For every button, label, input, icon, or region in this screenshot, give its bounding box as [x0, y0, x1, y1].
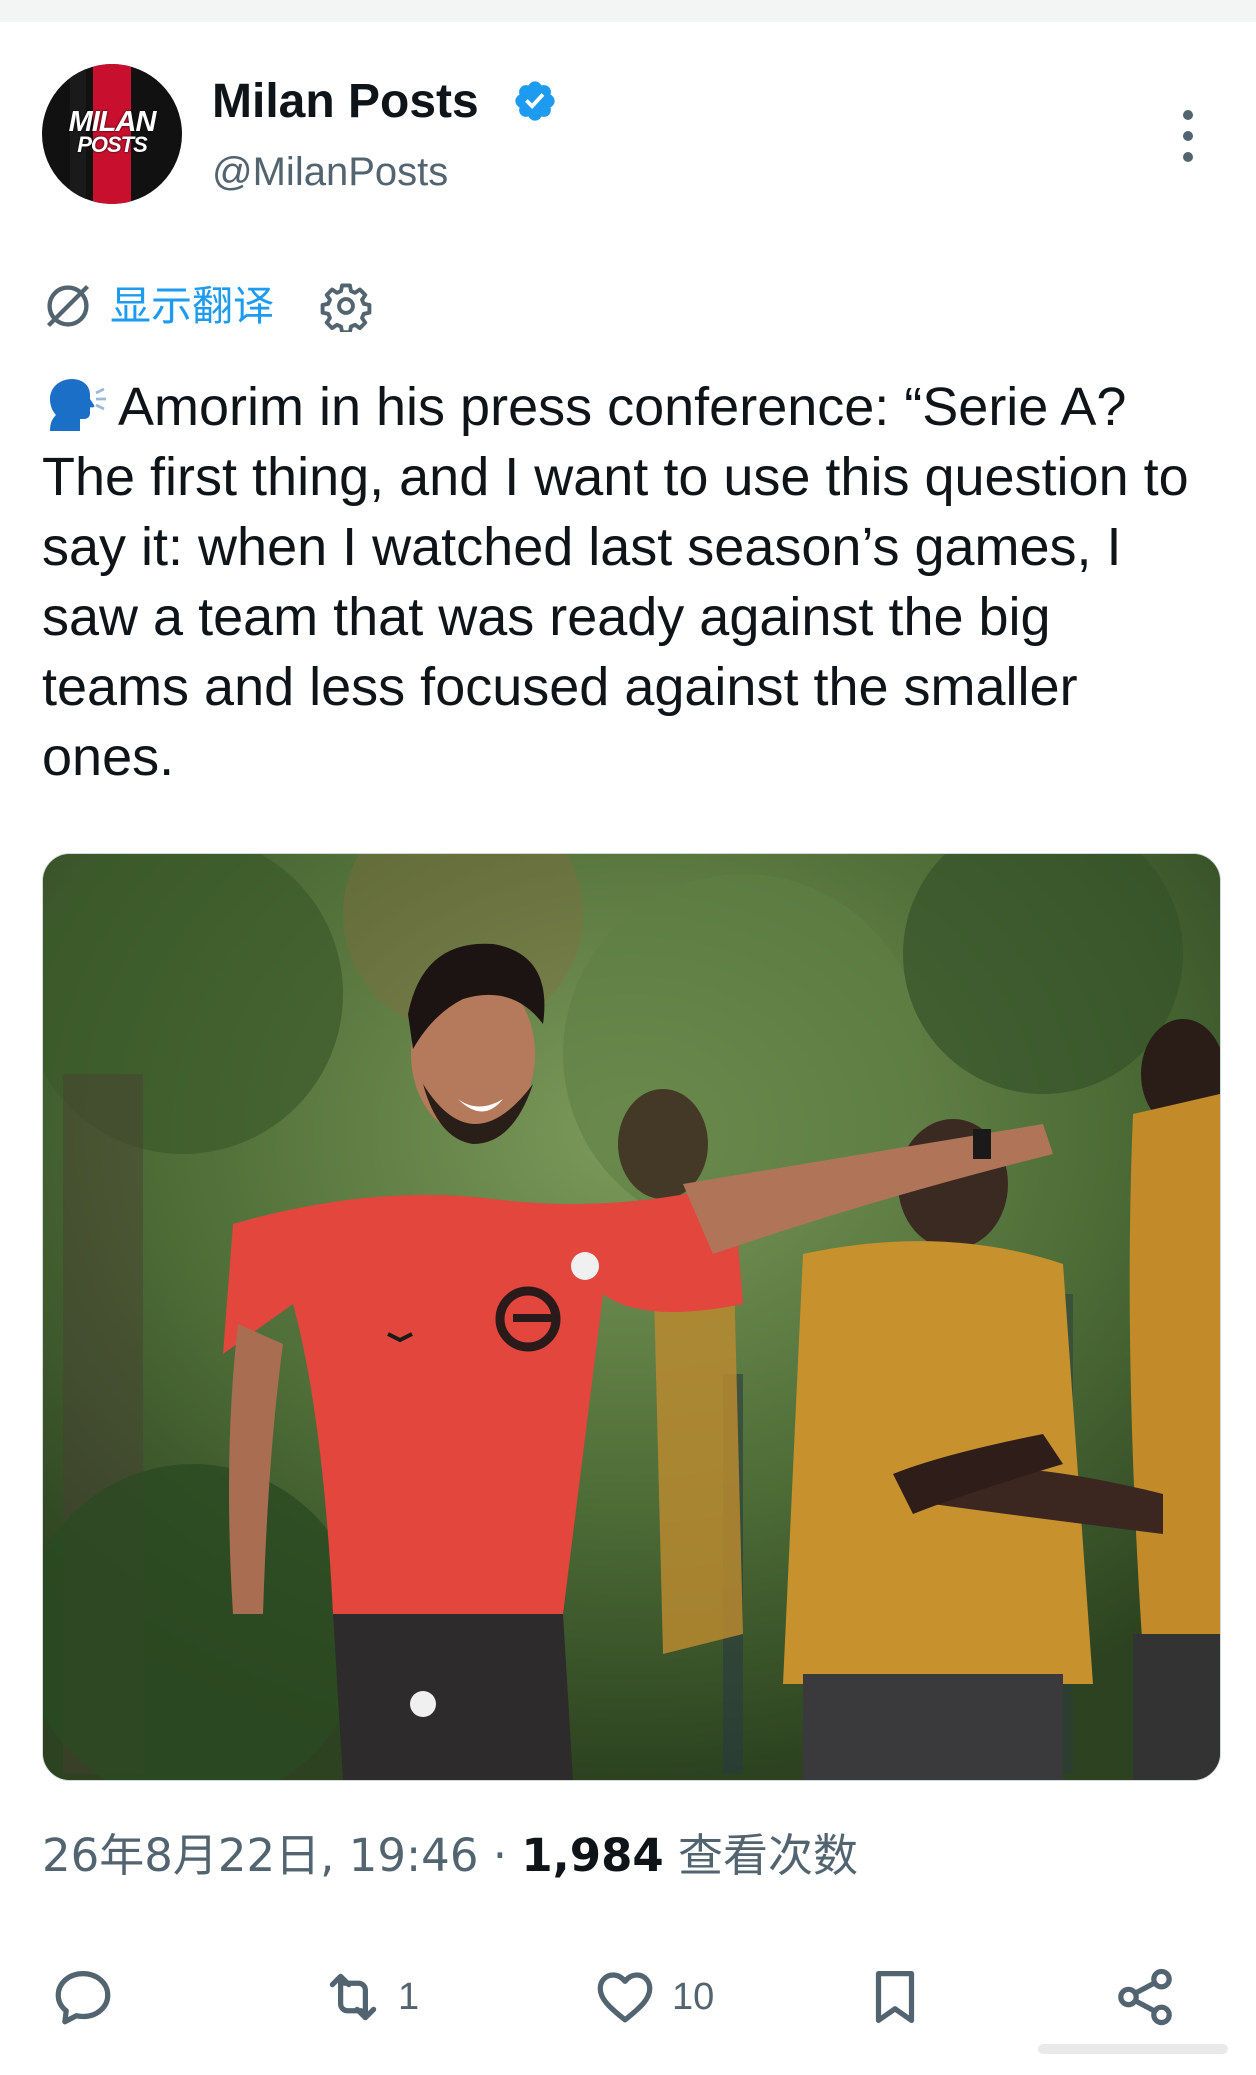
bookmark-icon	[875, 1971, 915, 2023]
bookmark-button[interactable]	[862, 1950, 942, 2040]
like-button[interactable]: 10	[592, 1950, 742, 2040]
action-bar: 1 10	[0, 1950, 1256, 2040]
reply-icon	[55, 1971, 111, 2025]
status-strip	[0, 0, 1256, 22]
tweet-body: Amorim in his press conference: “Serie A…	[42, 377, 1189, 787]
avatar-logo: MILAN POSTS	[42, 108, 182, 157]
tweet-text: Amorim in his press conference: “Serie A…	[42, 372, 1212, 792]
translate-globe-icon	[46, 284, 90, 328]
display-name[interactable]: Milan Posts	[212, 74, 479, 130]
share-icon	[1118, 1968, 1172, 2026]
share-button[interactable]	[1112, 1950, 1192, 2040]
show-translation-link[interactable]: 显示翻译	[110, 278, 274, 334]
like-count: 10	[672, 1976, 715, 2018]
user-handle[interactable]: @MilanPosts	[212, 148, 448, 196]
retweet-count: 1	[398, 1976, 420, 2018]
gear-icon[interactable]	[320, 280, 372, 332]
reply-button[interactable]	[50, 1950, 150, 2040]
watermark-glyphs	[1038, 2044, 1228, 2054]
more-options-icon[interactable]	[1170, 108, 1206, 164]
more-dot	[1183, 131, 1193, 141]
timestamp[interactable]: 26年8月22日, 19:46	[42, 1829, 478, 1882]
verified-badge-icon	[515, 81, 555, 121]
meta-separator: ·	[478, 1829, 522, 1882]
retweet-button[interactable]: 1	[320, 1950, 470, 2040]
views-label: 查看次数	[663, 1829, 859, 1882]
more-dot	[1183, 110, 1193, 120]
views-count: 1,984	[521, 1829, 664, 1882]
more-dot	[1183, 152, 1193, 162]
avatar-logo-line2: POSTS	[77, 132, 148, 157]
tweet-photo[interactable]	[42, 853, 1221, 1781]
tweet-meta: 26年8月22日, 19:46 · 1,984 查看次数	[42, 1826, 858, 1886]
avatar[interactable]: MILAN POSTS	[42, 64, 182, 204]
speaking-head-icon	[50, 379, 106, 431]
photo-scene	[43, 854, 1220, 1780]
retweet-icon	[329, 1973, 377, 2021]
heart-icon	[597, 1972, 653, 2023]
